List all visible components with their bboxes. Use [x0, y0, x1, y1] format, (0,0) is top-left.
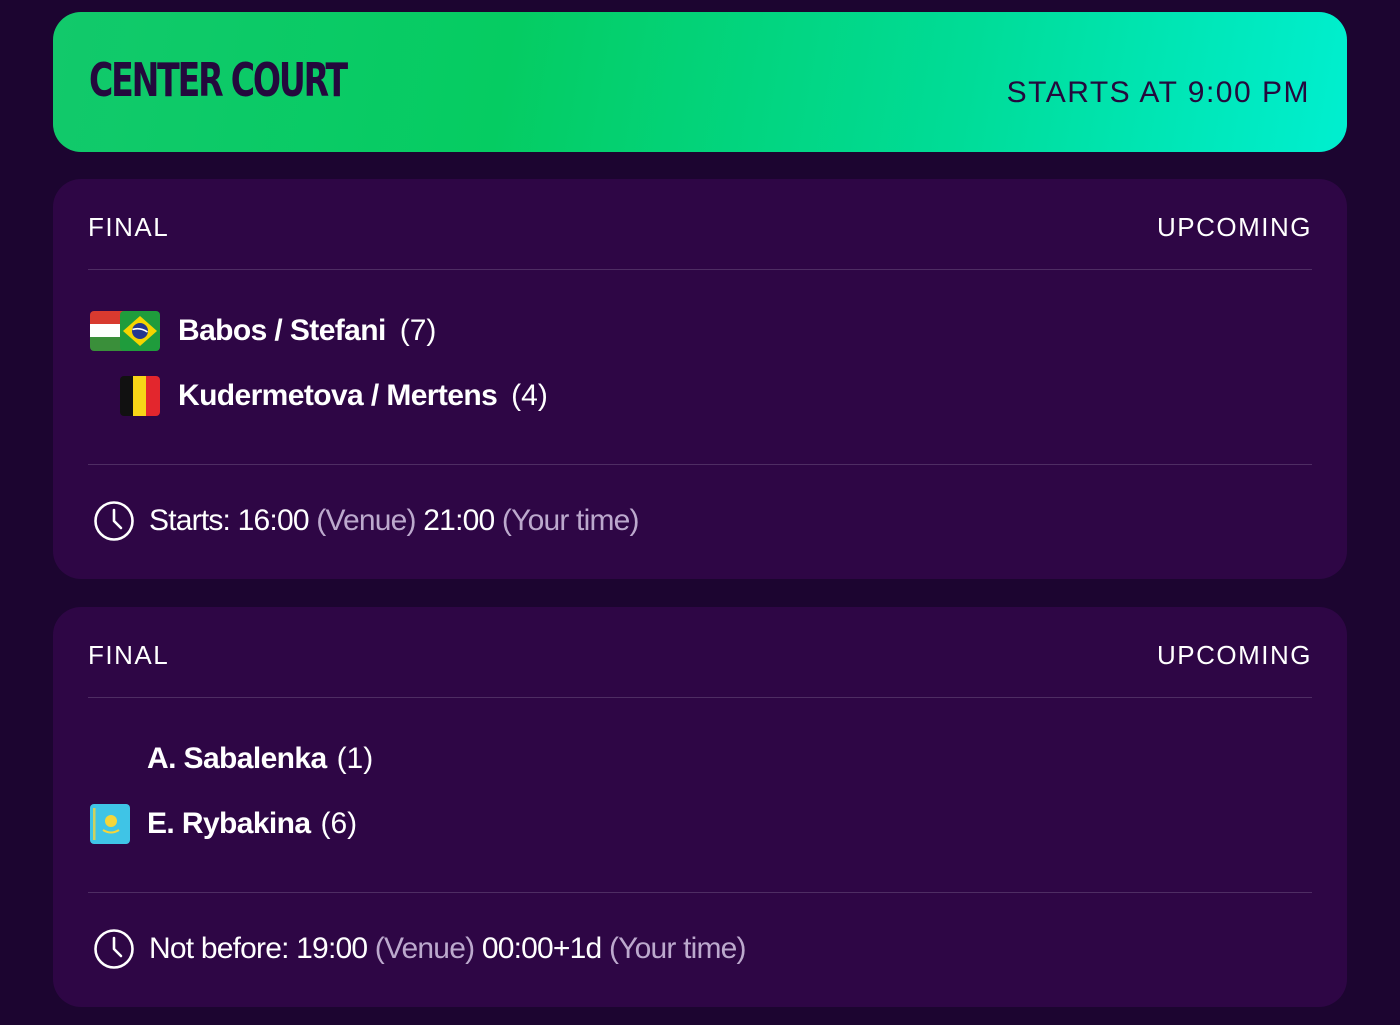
match-time: Starts: 16:00 (Venue) 21:00 (Your time): [93, 499, 640, 543]
venue-time: 19:00: [296, 932, 368, 965]
kazakhstan-flag-icon: [90, 804, 130, 844]
time-prefix: Starts:: [149, 504, 231, 537]
match-time: Not before: 19:00 (Venue) 00:00+1d (Your…: [93, 927, 747, 971]
court-start-time: STARTS AT 9:00 PM: [1006, 76, 1310, 109]
player-name: Babos / Stefani: [178, 314, 386, 347]
match-card[interactable]: FINAL UPCOMING Babos / Stefani (7) Kuder…: [53, 179, 1347, 579]
local-label: (Your time): [501, 504, 640, 537]
court-header: CENTER COURT STARTS AT 9:00 PM: [53, 12, 1347, 152]
player-seed: (6): [320, 807, 358, 840]
player-name: A. Sabalenka: [147, 742, 327, 775]
divider: [88, 892, 1312, 893]
belgium-flag-icon: [120, 376, 160, 416]
local-label: (Your time): [608, 932, 747, 965]
venue-label: (Venue): [374, 932, 475, 965]
time-prefix: Not before:: [149, 932, 289, 965]
player-row: E. Rybakina (6): [147, 802, 357, 846]
player-name: Kudermetova / Mertens: [178, 379, 498, 412]
player-seed: (7): [399, 314, 437, 347]
player-row: Babos / Stefani (7): [178, 309, 436, 353]
divider: [88, 697, 1312, 698]
brazil-flag-icon: [120, 311, 160, 351]
player-row: Kudermetova / Mertens (4): [178, 374, 548, 418]
clock-icon: [94, 929, 134, 969]
venue-time: 16:00: [237, 504, 310, 537]
player-seed: (1): [336, 742, 374, 775]
player-seed: (4): [511, 379, 548, 412]
clock-icon: [94, 501, 134, 541]
status-badge: UPCOMING: [1157, 640, 1312, 670]
match-card[interactable]: FINAL UPCOMING A. Sabalenka (1) E. Rybak…: [53, 607, 1347, 1007]
round-label: FINAL: [88, 212, 170, 242]
player-name: E. Rybakina: [147, 807, 311, 840]
venue-label: (Venue): [316, 504, 416, 537]
round-label: FINAL: [88, 640, 170, 670]
divider: [88, 269, 1312, 270]
court-title: CENTER COURT: [89, 53, 348, 107]
divider: [88, 464, 1312, 465]
status-badge: UPCOMING: [1157, 212, 1312, 242]
local-time: 21:00: [423, 504, 495, 537]
local-time: 00:00+1d: [481, 932, 602, 965]
player-row: A. Sabalenka (1): [147, 737, 373, 781]
